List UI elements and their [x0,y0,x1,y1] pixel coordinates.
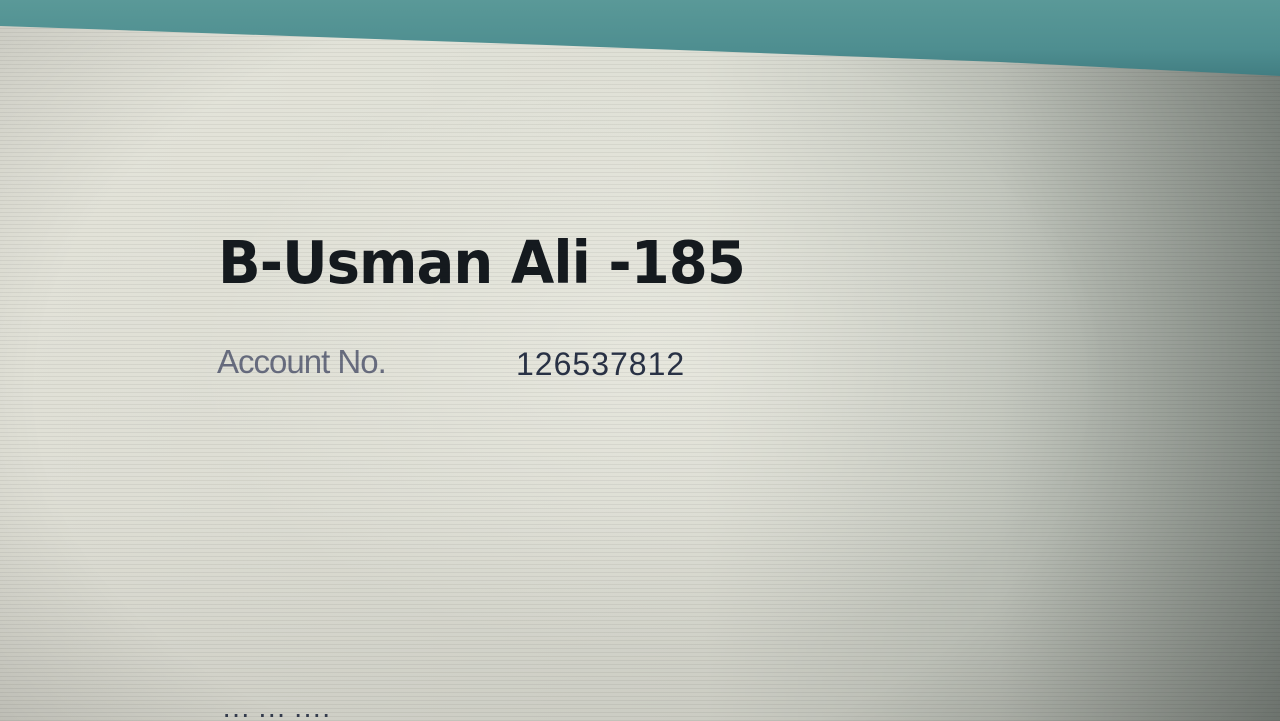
monitor-screen: B-Usman Ali -185 Account No. 126537812 ·… [0,26,1280,721]
cut-off-bottom-line: ··· ··· ···· [222,711,552,721]
account-number-value: 126537812 [516,346,686,382]
cut-off-bottom-text: ··· ··· ···· [222,711,552,721]
account-holder-title: B-Usman Ali -185 [218,228,746,297]
photo-scene: B-Usman Ali -185 Account No. 126537812 ·… [0,0,1280,721]
account-number-label: Account No. [217,343,387,380]
